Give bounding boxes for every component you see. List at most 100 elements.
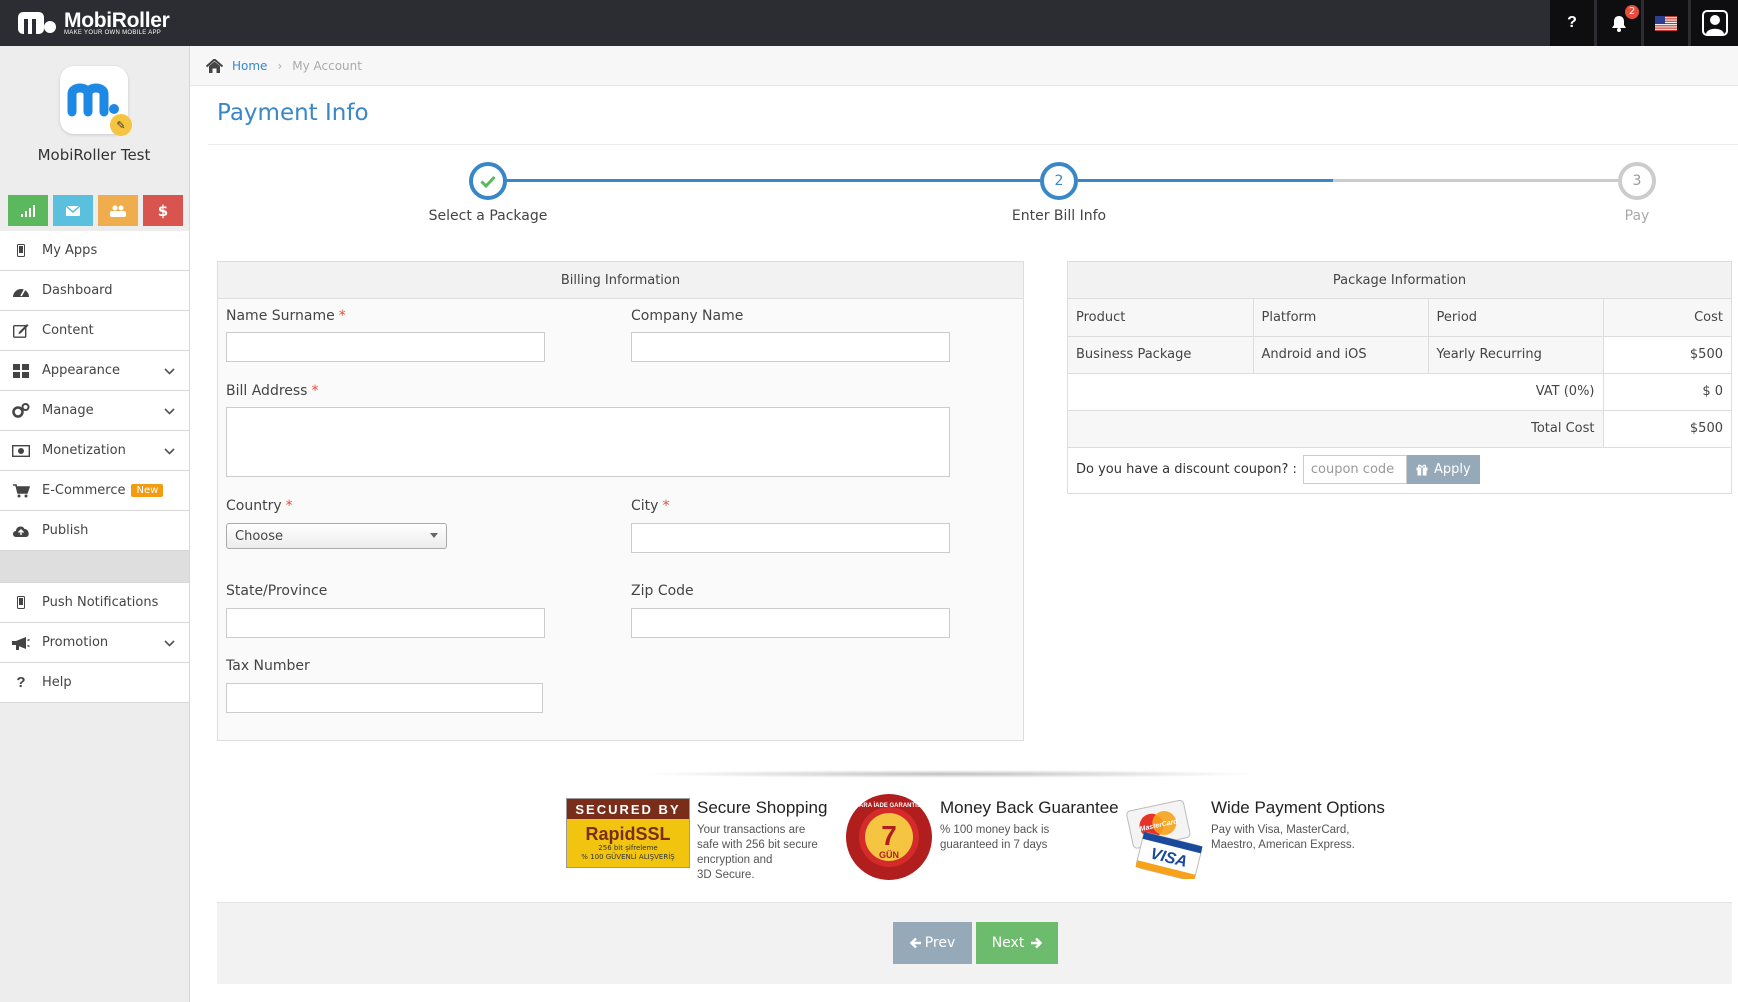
check-icon	[480, 175, 496, 188]
secure-shopping-text: encryption and	[697, 854, 773, 866]
ssl-badge-line4: % 100 GÜVENLİ ALIŞVERİŞ	[581, 853, 675, 861]
language-button[interactable]	[1641, 0, 1688, 46]
sidebar-item-label: Publish	[42, 523, 89, 538]
step-3-circle: 3	[1618, 162, 1656, 200]
arrow-left-icon	[909, 937, 921, 949]
apply-label: Apply	[1434, 462, 1471, 477]
name-surname-label: Name Surname *	[226, 308, 346, 324]
country-select[interactable]: Choose	[226, 523, 447, 549]
money-badge-unit: GÜN	[879, 850, 899, 860]
step-line-complete	[1078, 179, 1333, 182]
mobiroller-logo[interactable]: MobiRoller MAKE YOUR OWN MOBILE APP	[18, 9, 170, 37]
envelope-icon	[66, 205, 80, 216]
prev-button[interactable]: Prev	[893, 922, 972, 964]
ssl-badge-line2: RapidSSL	[585, 824, 671, 844]
city-input[interactable]	[631, 523, 950, 553]
home-icon[interactable]	[206, 58, 223, 73]
notifications-button[interactable]: 2	[1594, 0, 1641, 46]
coupon-code-input[interactable]: coupon code	[1302, 455, 1407, 484]
company-name-input[interactable]	[631, 332, 950, 362]
sidebar-item-content[interactable]: Content	[0, 311, 189, 351]
top-bar: MobiRoller MAKE YOUR OWN MOBILE APP ? 2	[0, 0, 1738, 46]
page-title: Payment Info	[217, 100, 369, 126]
step-1-circle[interactable]	[469, 162, 507, 200]
country-select-value: Choose	[235, 528, 283, 544]
billing-information-panel: Billing Information Name Surname * Compan…	[217, 261, 1024, 741]
question-icon: ?	[16, 674, 26, 691]
payment-options-text: Maestro, American Express.	[1211, 839, 1355, 851]
step-line-pending	[1333, 179, 1638, 182]
required-mark: *	[311, 383, 319, 399]
breadcrumb-home-link[interactable]: Home	[232, 59, 267, 73]
required-mark: *	[285, 498, 293, 514]
section-shadow-divider	[640, 770, 1260, 778]
money-badge-number: 7	[881, 820, 897, 851]
pencil-icon[interactable]: ✎	[110, 114, 132, 136]
sidebar-item-label: Content	[42, 323, 94, 338]
bill-address-textarea[interactable]	[226, 407, 950, 477]
tax-number-input[interactable]	[226, 683, 543, 713]
payment-options-title: Wide Payment Options	[1211, 798, 1385, 817]
gears-icon	[12, 403, 30, 419]
megaphone-icon	[12, 635, 30, 651]
money-back-badge: 7 GÜN PARA İADE GARANTİSİ	[845, 793, 933, 885]
payment-cards-badge: MasterCard VISA	[1125, 797, 1205, 883]
next-label: Next	[991, 935, 1025, 951]
secure-shopping-text: Your transactions are	[697, 824, 806, 836]
money-back-block: Money Back Guarantee % 100 money back is…	[940, 798, 1119, 853]
sidebar-item-dashboard[interactable]: Dashboard	[0, 271, 189, 311]
sidebar-item-monetization[interactable]: Monetization	[0, 431, 189, 471]
billing-panel-title: Billing Information	[218, 262, 1023, 299]
help-button[interactable]: ?	[1547, 0, 1594, 46]
breadcrumb-current: My Account	[292, 58, 362, 73]
sidebar-item-appearance[interactable]: Appearance	[0, 351, 189, 391]
zip-code-label: Zip Code	[631, 583, 694, 599]
wizard-footer: Prev Next	[217, 902, 1732, 984]
sidebar-item-promotion[interactable]: Promotion	[0, 623, 189, 663]
step-2-circle[interactable]: 2	[1040, 162, 1078, 200]
package-table: Product Platform Period Cost Business Pa…	[1068, 299, 1731, 448]
sidebar-item-label: Dashboard	[42, 283, 113, 298]
sidebar-item-my-apps[interactable]: My Apps	[0, 231, 189, 271]
step-line-complete	[488, 179, 1040, 182]
edit-icon	[12, 323, 30, 339]
sidebar-item-e-commerce[interactable]: E-Commerce New	[0, 471, 189, 511]
breadcrumb-separator-icon: ›	[277, 58, 283, 73]
gift-icon	[1416, 464, 1428, 475]
sidebar-separator	[0, 551, 189, 583]
total-cost-value: $500	[1602, 410, 1731, 448]
us-flag-icon	[1655, 15, 1677, 31]
help-icon: ?	[1567, 14, 1577, 31]
messages-button[interactable]	[53, 195, 93, 226]
logo-tagline: MAKE YOUR OWN MOBILE APP	[64, 30, 162, 36]
sidebar-item-push-notifications[interactable]: Push Notifications	[0, 583, 189, 623]
sidebar-item-publish[interactable]: Publish	[0, 511, 189, 551]
platform-header: Platform	[1252, 299, 1428, 337]
cloud-upload-icon	[12, 523, 30, 539]
sidebar-item-help[interactable]: ? Help	[0, 663, 189, 703]
state-province-input[interactable]	[226, 608, 545, 638]
zip-code-input[interactable]	[631, 608, 950, 638]
progress-steps: 2 3 Select a Package Enter Bill Info Pay	[208, 160, 1738, 230]
statistics-button[interactable]	[8, 195, 48, 226]
signal-icon	[21, 204, 35, 217]
app-logo[interactable]: ✎	[60, 66, 132, 136]
sidebar-item-label: Promotion	[42, 635, 109, 650]
next-button[interactable]: Next	[976, 922, 1058, 964]
users-button[interactable]	[98, 195, 138, 226]
sidebar-item-label: E-Commerce	[42, 483, 126, 498]
rapidssl-badge: SECURED BY RapidSSL 256 bit şifreleme % …	[566, 798, 690, 868]
name-surname-input[interactable]	[226, 332, 545, 362]
bill-address-label: Bill Address *	[226, 383, 319, 399]
money-back-text: % 100 money back is	[940, 824, 1050, 836]
sidebar-item-label: Push Notifications	[42, 595, 159, 610]
apply-coupon-button[interactable]: Apply	[1406, 455, 1480, 484]
user-menu-button[interactable]	[1688, 0, 1738, 46]
sidebar: ✎ MobiRoller Test $ My Apps Dashboard Co…	[0, 46, 190, 1002]
sidebar-item-label: Manage	[42, 403, 94, 418]
coupon-row: Do you have a discount coupon? : coupon …	[1076, 455, 1480, 484]
mobile-icon	[12, 243, 30, 259]
bell-icon	[1612, 15, 1626, 32]
dollar-icon[interactable]: $	[143, 195, 183, 226]
sidebar-item-manage[interactable]: Manage	[0, 391, 189, 431]
